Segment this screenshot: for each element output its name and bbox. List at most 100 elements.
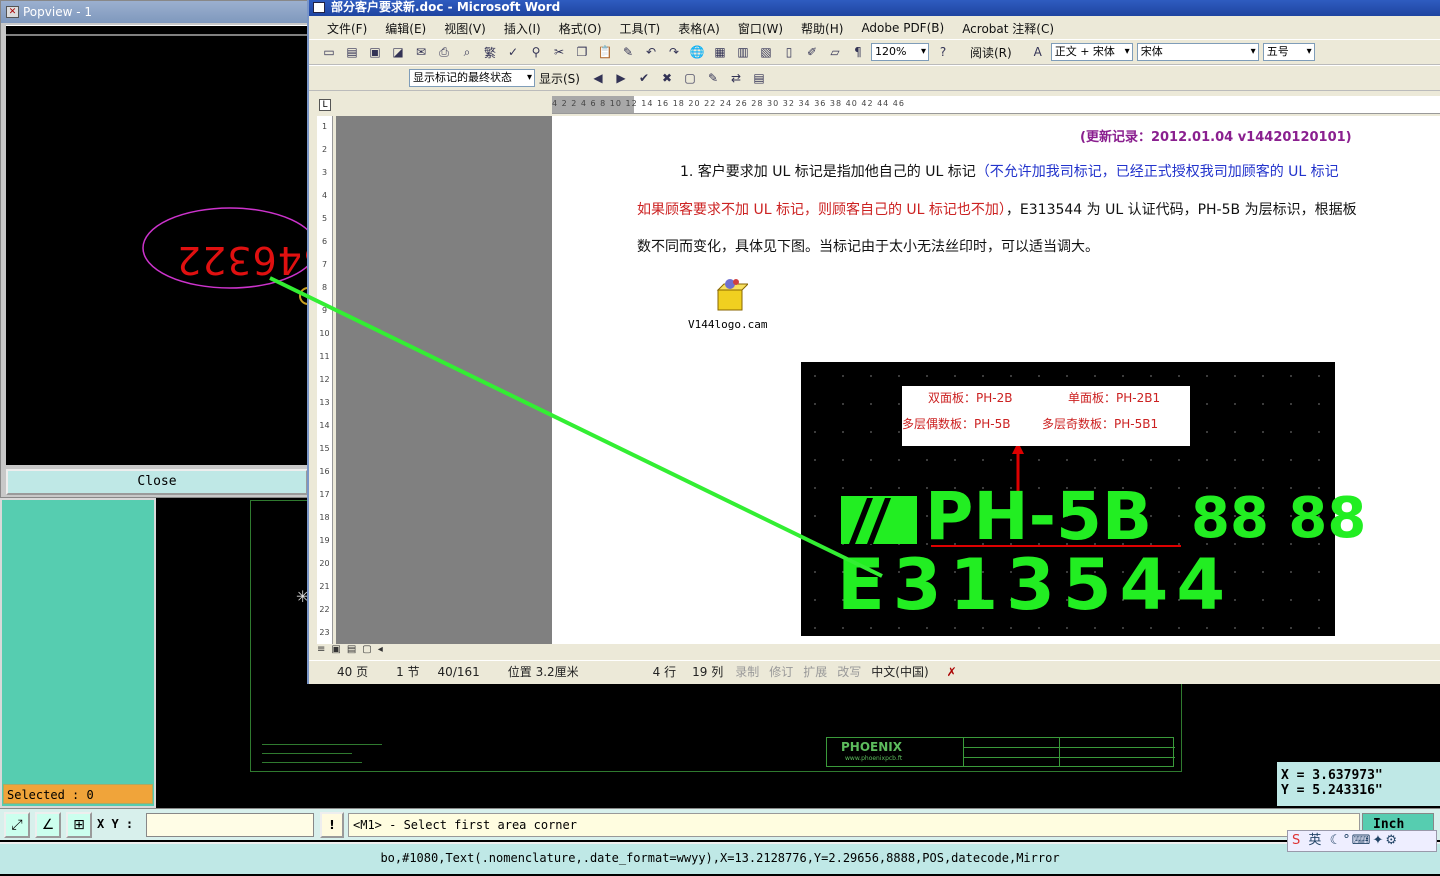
copy-icon[interactable]: ❐ xyxy=(572,43,592,61)
accept-change-icon[interactable]: ✔ xyxy=(634,69,654,87)
save-icon[interactable]: ▣ xyxy=(365,43,385,61)
reviewing-toolbar: 显示标记的最终状态 显示(S) ◀ ▶ ✔ ✖ ▢ ✎ ⇄ ▤ xyxy=(309,65,1440,91)
email-icon[interactable]: ✉ xyxy=(411,43,431,61)
cad-notes xyxy=(262,738,382,763)
trad-chinese-icon[interactable]: 繁 xyxy=(480,43,500,61)
highlight-icon[interactable]: ✎ xyxy=(703,69,723,87)
open-folder-icon[interactable]: ▤ xyxy=(342,43,362,61)
attachment-filename[interactable]: V144logo.cam xyxy=(688,318,767,331)
ime-language[interactable]: 英 xyxy=(1308,833,1323,848)
vertical-ruler[interactable]: 1 2 3 4 5 6 7 8 9 10 11 12 13 14 15 16 1… xyxy=(317,116,333,644)
tables-borders-icon[interactable]: ▦ xyxy=(710,43,730,61)
info-icon[interactable]: ! xyxy=(320,812,344,838)
layer-panel[interactable] xyxy=(0,498,156,808)
prev-change-icon[interactable]: ◀ xyxy=(588,69,608,87)
pcb-ul-code: E313544 xyxy=(837,544,1234,626)
columns-icon[interactable]: ▯ xyxy=(779,43,799,61)
menu-table[interactable]: 表格(A) xyxy=(678,20,720,37)
undo-icon[interactable]: ↶ xyxy=(641,43,661,61)
styles-icon[interactable]: A xyxy=(1028,43,1048,61)
redo-icon[interactable]: ↷ xyxy=(664,43,684,61)
doc-paragraph-1: 1. 客户要求加 UL 标记是指加他自己的 UL 标记（不允许加我司标记，已经正… xyxy=(680,164,1339,180)
markup-state-select[interactable]: 显示标记的最终状态 xyxy=(409,69,535,87)
word-titlebar[interactable]: 部分客户要求新.doc - Microsoft Word xyxy=(309,0,1440,16)
track-changes-icon[interactable]: ⇄ xyxy=(726,69,746,87)
xy-input[interactable] xyxy=(146,813,314,837)
word-menubar: 文件(F) 编辑(E) 视图(V) 插入(I) 格式(O) 工具(T) 表格(A… xyxy=(309,17,1440,39)
zoom-select[interactable]: 120% xyxy=(871,43,929,61)
spelling-icon[interactable]: ✓ xyxy=(503,43,523,61)
word-title: 部分客户要求新.doc - Microsoft Word xyxy=(331,0,561,14)
ime-options-icon[interactable]: ☾°⌨✦⚙ xyxy=(1330,833,1399,848)
word-app-icon xyxy=(313,2,325,13)
word-statusbar: 40 页 1 节 40/161 位置 3.2厘米 4 行 19 列 录制 修订 … xyxy=(309,660,1440,682)
menu-insert[interactable]: 插入(I) xyxy=(504,20,541,37)
pcb-silkscreen-image: 双面板：PH-2B 单面板：PH-2B1 多层偶数板：PH-5B 多层奇数板：P… xyxy=(801,362,1366,636)
title-block-logo: PHOENIX xyxy=(841,740,902,754)
command-bar: ⤢ ∠ ⊞ X Y : ! <M1> - Select first area c… xyxy=(0,808,1440,840)
research-icon[interactable]: ⚲ xyxy=(526,43,546,61)
pcb-datecode: 88 88 xyxy=(1191,486,1367,551)
print-icon[interactable]: ⎙ xyxy=(434,43,454,61)
menu-format[interactable]: 格式(O) xyxy=(559,20,602,37)
popview-window: ✕ Popview - 1 346322 Close xyxy=(0,0,327,498)
menu-edit[interactable]: 编辑(E) xyxy=(385,20,426,37)
xy-label: X Y : xyxy=(97,817,134,831)
spelling-status-icon[interactable]: ✗ xyxy=(947,665,957,679)
menu-acrobat-comments[interactable]: Acrobat 注释(C) xyxy=(962,20,1054,37)
tab-selector[interactable]: L xyxy=(319,99,331,111)
show-menu-button[interactable]: 显示(S) xyxy=(539,70,580,87)
reject-change-icon[interactable]: ✖ xyxy=(657,69,677,87)
menu-help[interactable]: 帮助(H) xyxy=(801,20,843,37)
zoom-window-icon[interactable]: ⤢ xyxy=(4,812,30,838)
coord-y: Y = 5.243316" xyxy=(1281,783,1383,798)
style-select[interactable]: 正文 + 宋体 xyxy=(1050,43,1133,61)
insert-table-icon[interactable]: ▥ xyxy=(733,43,753,61)
popview-app-icon: ✕ xyxy=(6,6,19,18)
ime-logo-icon: S xyxy=(1292,833,1303,848)
mirrored-text: 346322 xyxy=(176,238,328,282)
help-icon[interactable]: ? xyxy=(933,43,953,61)
new-doc-icon[interactable]: ▭ xyxy=(319,43,339,61)
doc-paragraph-2: 如果顾客要求不加 UL 标记，则顾客自己的 UL 标记也不加），E313544 … xyxy=(637,202,1357,218)
format-painter-icon[interactable]: ✎ xyxy=(618,43,638,61)
page-margin-area xyxy=(336,116,552,644)
popview-titlebar[interactable]: ✕ Popview - 1 xyxy=(1,1,309,23)
menu-window[interactable]: 窗口(W) xyxy=(738,20,783,37)
read-button[interactable]: 阅读(R) xyxy=(970,44,1012,61)
grid-snap-icon[interactable]: ⊞ xyxy=(66,812,92,838)
document-page[interactable]: (更新记录：2012.01.04 v144201201​01) 1. 客户要求加… xyxy=(552,116,1440,644)
doc-paragraph-3: 数不同而变化，具体见下图。当标记由于太小无法丝印时，可以适当调大。 xyxy=(637,239,1099,255)
view-buttons[interactable]: ≡▣▤▢◂ xyxy=(317,644,389,658)
menu-file[interactable]: 文件(F) xyxy=(327,20,367,37)
cam-file-icon[interactable] xyxy=(712,276,748,312)
popview-title: Popview - 1 xyxy=(23,5,92,19)
coord-x: X = 3.637973" xyxy=(1281,768,1383,783)
next-change-icon[interactable]: ▶ xyxy=(611,69,631,87)
hyperlink-icon[interactable]: 🌐 xyxy=(687,43,707,61)
reviewing-pane-icon[interactable]: ▤ xyxy=(749,69,769,87)
comment-icon[interactable]: ▢ xyxy=(680,69,700,87)
menu-adobe-pdf[interactable]: Adobe PDF(B) xyxy=(861,21,944,35)
font-size-select[interactable]: 五号 xyxy=(1262,43,1315,61)
horizontal-ruler[interactable]: 4 2 2 4 6 8 10 12 14 16 18 20 22 24 26 2… xyxy=(552,96,1440,114)
ime-toolbar[interactable]: S 英 ☾°⌨✦⚙ xyxy=(1287,830,1437,852)
menu-view[interactable]: 视图(V) xyxy=(444,20,486,37)
font-select[interactable]: 宋体 xyxy=(1136,43,1259,61)
object-status-line: bo,#1080,Text(.nomenclature,.date_format… xyxy=(0,842,1440,874)
doc-map-icon[interactable]: ▱ xyxy=(825,43,845,61)
paste-icon[interactable]: 📋 xyxy=(595,43,615,61)
title-block-site: www.phoenixpcb.ft xyxy=(845,755,903,762)
permission-icon[interactable]: ◪ xyxy=(388,43,408,61)
cut-icon[interactable]: ✂ xyxy=(549,43,569,61)
menu-tools[interactable]: 工具(T) xyxy=(620,20,661,37)
drawing-icon[interactable]: ✐ xyxy=(802,43,822,61)
standard-toolbar: ▭ ▤ ▣ ◪ ✉ ⎙ ⌕ 繁 ✓ ⚲ ✂ ❐ 📋 ✎ ↶ ↷ 🌐 ▦ ▥ ▧ … xyxy=(309,39,1440,65)
close-button[interactable]: Close xyxy=(6,469,308,495)
popview-canvas[interactable]: 346322 xyxy=(6,25,327,465)
insert-excel-icon[interactable]: ▧ xyxy=(756,43,776,61)
print-preview-icon[interactable]: ⌕ xyxy=(457,43,477,61)
show-hide-icon[interactable]: ¶ xyxy=(848,43,868,61)
cad-title-block: PHOENIX www.phoenixpcb.ft xyxy=(826,737,1175,767)
measure-icon[interactable]: ∠ xyxy=(35,812,61,838)
